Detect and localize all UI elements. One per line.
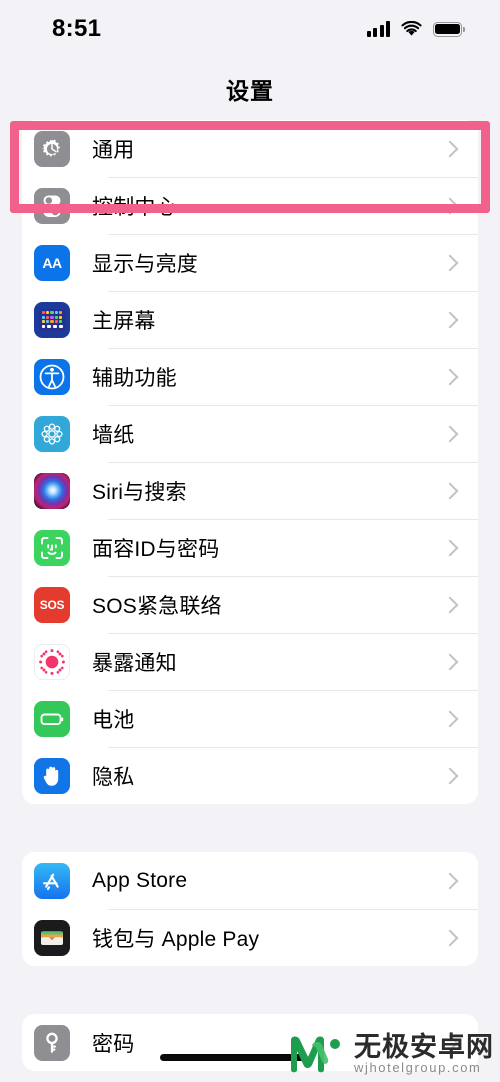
- chevron-right-icon: [441, 482, 459, 499]
- settings-row-label: 控制中心: [92, 195, 177, 219]
- cellular-signal-icon: [366, 21, 390, 37]
- home-screen-icon: [34, 301, 70, 338]
- app-store-icon: [34, 862, 70, 899]
- wallpaper-icon: [34, 415, 70, 452]
- chevron-right-icon: [441, 368, 459, 385]
- navigation-bar: 设置: [0, 58, 500, 120]
- settings-row-privacy[interactable]: 隐私: [22, 747, 478, 804]
- gear-icon: [34, 130, 70, 167]
- status-bar-indicators: [366, 21, 465, 37]
- privacy-hand-icon: [34, 757, 70, 794]
- settings-row-label: 暴露通知: [92, 651, 177, 675]
- settings-row-label: 面容ID与密码: [92, 537, 220, 561]
- watermark-name: 无极安卓网: [354, 1032, 494, 1062]
- chevron-right-icon: [441, 140, 459, 157]
- exposure-notification-icon: [34, 643, 70, 680]
- settings-row-label: SOS紧急联络: [92, 594, 222, 618]
- settings-row-label: 主屏幕: [92, 309, 156, 333]
- phone-screen: 8:51 设置 通用 控制中心 AA 显示与亮度 主屏幕 辅助功能 墙纸 Sir…: [0, 0, 500, 1082]
- settings-row-wallpaper[interactable]: 墙纸: [22, 405, 478, 462]
- accessibility-icon: [34, 358, 70, 395]
- settings-row-label: 墙纸: [92, 423, 135, 447]
- chevron-right-icon: [441, 653, 459, 670]
- settings-row-face-id[interactable]: 面容ID与密码: [22, 519, 478, 576]
- chevron-right-icon: [441, 872, 459, 889]
- chevron-right-icon: [441, 254, 459, 271]
- settings-row-home-screen[interactable]: 主屏幕: [22, 291, 478, 348]
- watermark: 无极安卓网 wjhotelgroup.com: [288, 1032, 494, 1076]
- settings-row-app-store[interactable]: App Store: [22, 852, 478, 909]
- chevron-right-icon: [441, 539, 459, 556]
- key-icon: [34, 1024, 70, 1061]
- settings-row-siri-search[interactable]: Siri与搜索: [22, 462, 478, 519]
- settings-row-label: Siri与搜索: [92, 480, 187, 504]
- status-bar: 8:51: [0, 0, 500, 58]
- settings-row-label: 电池: [92, 708, 135, 732]
- settings-row-accessibility[interactable]: 辅助功能: [22, 348, 478, 405]
- settings-row-general[interactable]: 通用: [22, 120, 478, 177]
- status-bar-clock: 8:51: [52, 15, 102, 42]
- settings-row-display-brightness[interactable]: AA 显示与亮度: [22, 234, 478, 291]
- siri-icon: [34, 472, 70, 509]
- settings-row-label: App Store: [92, 868, 188, 892]
- settings-row-label: 钱包与 Apple Pay: [92, 927, 260, 951]
- chevron-right-icon: [441, 596, 459, 613]
- settings-scroll-view[interactable]: 通用 控制中心 AA 显示与亮度 主屏幕 辅助功能 墙纸 Siri与搜索 面容I…: [0, 120, 500, 1071]
- settings-row-emergency-sos[interactable]: SOS SOS紧急联络: [22, 576, 478, 633]
- watermark-url: wjhotelgroup.com: [354, 1060, 482, 1076]
- home-indicator: [160, 1054, 308, 1061]
- battery-icon: [34, 700, 70, 737]
- page-title: 设置: [226, 78, 274, 104]
- chevron-right-icon: [441, 425, 459, 442]
- settings-row-label: 辅助功能: [92, 366, 177, 390]
- chevron-right-icon: [441, 311, 459, 328]
- settings-row-control-center[interactable]: 控制中心: [22, 177, 478, 234]
- chevron-right-icon: [441, 197, 459, 214]
- battery-full-icon: [433, 21, 465, 37]
- face-id-icon: [34, 529, 70, 566]
- settings-row-label: 显示与亮度: [92, 252, 198, 276]
- control-center-icon: [34, 187, 70, 224]
- settings-row-battery[interactable]: 电池: [22, 690, 478, 747]
- w-logo-icon: [291, 1036, 340, 1073]
- settings-row-wallet-apple-pay[interactable]: 钱包与 Apple Pay: [22, 909, 478, 966]
- settings-row-label: 隐私: [92, 765, 135, 789]
- settings-row-exposure-notifications[interactable]: 暴露通知: [22, 633, 478, 690]
- display-brightness-icon: AA: [34, 244, 70, 281]
- wifi-icon: [401, 21, 422, 36]
- wallet-icon: [34, 919, 70, 956]
- settings-group-store: App Store 钱包与 Apple Pay: [22, 852, 478, 966]
- sos-icon: SOS: [34, 586, 70, 623]
- chevron-right-icon: [441, 710, 459, 727]
- settings-row-label: 通用: [92, 138, 135, 162]
- chevron-right-icon: [441, 929, 459, 946]
- chevron-right-icon: [441, 767, 459, 784]
- settings-group-system: 通用 控制中心 AA 显示与亮度 主屏幕 辅助功能 墙纸 Siri与搜索 面容I…: [22, 120, 478, 804]
